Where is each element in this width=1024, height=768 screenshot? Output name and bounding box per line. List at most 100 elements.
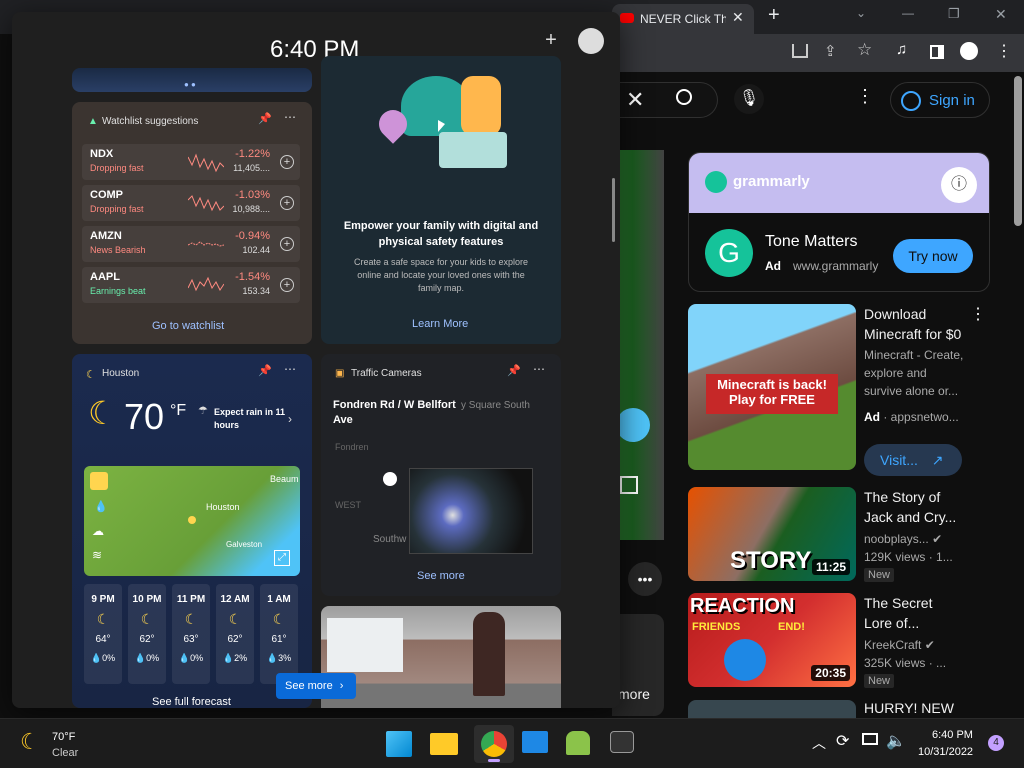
top-card-fragment[interactable]: ● ● — [72, 68, 312, 92]
widget-more-icon[interactable]: ⋯ — [533, 362, 545, 376]
taskbar-time[interactable]: 6:40 PM — [932, 729, 973, 741]
video-title[interactable]: The Story of Jack and Cry... — [864, 487, 974, 527]
search-box[interactable]: ✕ — [612, 82, 718, 118]
network-icon[interactable] — [862, 733, 878, 745]
widget-more-icon[interactable]: ⋯ — [284, 110, 296, 124]
camera-snapshot[interactable] — [409, 468, 533, 554]
add-to-watchlist-icon[interactable]: + — [280, 155, 294, 169]
add-to-watchlist-icon[interactable]: + — [280, 278, 294, 292]
map-layer-wind-icon[interactable]: ≋ — [92, 548, 102, 562]
android-icon[interactable] — [566, 731, 590, 755]
add-to-watchlist-icon[interactable]: + — [280, 237, 294, 251]
map-layer-cloud-icon[interactable]: ☁ — [92, 524, 104, 538]
add-widget-button[interactable]: + — [536, 26, 566, 56]
task-manager-icon[interactable] — [522, 731, 548, 753]
ad-banner[interactable]: grammarly ⓘ — [689, 153, 989, 213]
notification-badge[interactable]: 4 — [988, 735, 1004, 751]
hourly-forecast-item[interactable]: 9 PM ☾ 64° 💧0% — [84, 584, 122, 684]
pin-icon[interactable]: 📌 — [507, 364, 521, 377]
media-control-icon[interactable]: ♫ — [896, 41, 907, 58]
camera-marker-icon[interactable] — [383, 472, 397, 486]
weather-map[interactable]: 💧 ☁ ≋ Beaum Houston Galveston ⤢ — [84, 466, 300, 576]
hourly-forecast-item[interactable]: 10 PM ☾ 62° 💧0% — [128, 584, 166, 684]
grammarly-ad[interactable]: grammarly ⓘ G Tone Matters Ad www.gramma… — [688, 152, 990, 292]
taskbar-date[interactable]: 10/31/2022 — [918, 746, 973, 758]
profile-avatar-icon[interactable] — [960, 42, 978, 60]
volume-icon[interactable]: 🔈 — [886, 731, 906, 751]
learn-more-link[interactable]: Learn More — [412, 318, 468, 330]
sparkline-chart — [188, 241, 224, 247]
expand-map-icon[interactable]: ⤢ — [274, 550, 290, 566]
pin-icon[interactable]: 📌 — [258, 112, 272, 125]
file-explorer-icon[interactable] — [430, 733, 458, 755]
go-to-watchlist-link[interactable]: Go to watchlist — [152, 320, 224, 332]
hourly-forecast-item[interactable]: 11 PM ☾ 63° 💧0% — [172, 584, 210, 684]
side-panel-icon[interactable] — [930, 45, 944, 59]
add-to-watchlist-icon[interactable]: + — [280, 196, 294, 210]
video-thumbnail-partial[interactable] — [688, 700, 856, 718]
hourly-forecast-item[interactable]: 12 AM ☾ 62° 💧2% — [216, 584, 254, 684]
ad-title[interactable]: Tone Matters — [765, 233, 857, 251]
ad-info-icon[interactable]: ⓘ — [941, 167, 977, 203]
video-title[interactable]: HURRY! NEW — [864, 698, 954, 718]
pin-icon[interactable]: 📌 — [258, 364, 272, 377]
show-more-text[interactable]: more — [618, 686, 650, 702]
video-title[interactable]: Download Minecraft for $0 — [864, 304, 974, 344]
fullscreen-icon[interactable] — [620, 476, 638, 494]
video-thumbnail-story[interactable]: STORY 11:25 — [688, 487, 856, 581]
stock-row-ndx[interactable]: NDX Dropping fast -1.22% 11,405.... + — [82, 144, 300, 180]
taskbar-weather-temp[interactable]: 70°F — [52, 731, 75, 743]
install-icon[interactable] — [792, 44, 808, 58]
share-icon[interactable]: ⇪ — [824, 42, 837, 60]
stock-row-comp[interactable]: COMP Dropping fast -1.03% 10,988.... + — [82, 185, 300, 221]
widget-more-icon[interactable]: ⋯ — [284, 362, 296, 376]
profile-avatar-icon[interactable] — [578, 28, 604, 54]
video-thumbnail-reaction[interactable]: REACTION FRIENDS END! 20:35 — [688, 593, 856, 687]
settings-more-icon[interactable]: ⋮ — [856, 86, 874, 107]
new-tab-button[interactable]: + — [768, 4, 780, 27]
see-full-forecast-link[interactable]: See full forecast — [152, 696, 231, 708]
try-now-button[interactable]: Try now — [893, 239, 973, 273]
video-menu-icon[interactable]: ⋮ — [970, 304, 986, 324]
hourly-forecast-item[interactable]: 1 AM ☾ 61° 💧3% — [260, 584, 298, 684]
news-image-card[interactable] — [321, 606, 561, 708]
video-thumbnail-minecraft[interactable]: Minecraft is back! Play for FREE — [688, 304, 856, 470]
chrome-menu-icon[interactable]: ⋮ — [996, 41, 1012, 61]
chevron-right-icon: › — [339, 680, 344, 692]
close-tab-icon[interactable]: ✕ — [732, 9, 744, 26]
tab-youtube[interactable]: NEVER Click The ✕ — [612, 4, 754, 34]
terminal-icon[interactable] — [610, 731, 634, 753]
carousel-dots[interactable]: ● ● — [184, 80, 196, 89]
clear-search-icon[interactable]: ✕ — [626, 87, 644, 113]
taskbar-weather-cond[interactable]: Clear — [52, 747, 78, 759]
channel-avatar[interactable] — [616, 408, 650, 442]
stock-row-aapl[interactable]: AAPL Earnings beat -1.54% 153.34 + — [82, 267, 300, 303]
moon-icon[interactable]: ☾ — [20, 729, 40, 755]
sparkline-chart — [188, 276, 224, 292]
stock-row-amzn[interactable]: AMZN News Bearish -0.94% 102.44 + — [82, 226, 300, 262]
chrome-icon[interactable] — [474, 725, 514, 763]
see-more-button[interactable]: See more › — [276, 673, 356, 699]
visit-button[interactable]: Visit... ↗ — [864, 444, 962, 476]
see-more-link[interactable]: See more — [417, 570, 465, 582]
show-hidden-icons-chevron-icon[interactable]: ︿ — [812, 733, 826, 753]
banner-brand: grammarly — [733, 173, 810, 190]
tab-search-chevron-icon[interactable]: ⌄ — [856, 6, 866, 20]
voice-search-icon[interactable]: 🎙 — [734, 84, 764, 114]
restore-button[interactable]: ❐ — [948, 6, 960, 22]
sync-icon[interactable]: ⟳ — [836, 731, 849, 751]
video-title[interactable]: The Secret Lore of... — [864, 593, 974, 633]
chevron-right-icon[interactable]: › — [288, 412, 292, 426]
more-actions-button[interactable]: ••• — [628, 562, 662, 596]
start-button[interactable] — [386, 731, 412, 757]
minimize-button[interactable]: — — [902, 6, 914, 20]
close-window-button[interactable]: ✕ — [995, 6, 1007, 23]
sign-in-button[interactable]: Sign in — [890, 82, 990, 118]
search-icon[interactable] — [676, 89, 692, 105]
bookmark-star-icon[interactable]: ☆ — [857, 40, 872, 60]
thumb-text: Play for FREE — [729, 392, 815, 407]
map-layer-temp-icon[interactable] — [90, 472, 108, 490]
scrollbar[interactable] — [1014, 76, 1022, 226]
widgets-scrollbar[interactable] — [612, 178, 615, 242]
map-layer-precip-icon[interactable]: 💧 — [94, 500, 108, 513]
